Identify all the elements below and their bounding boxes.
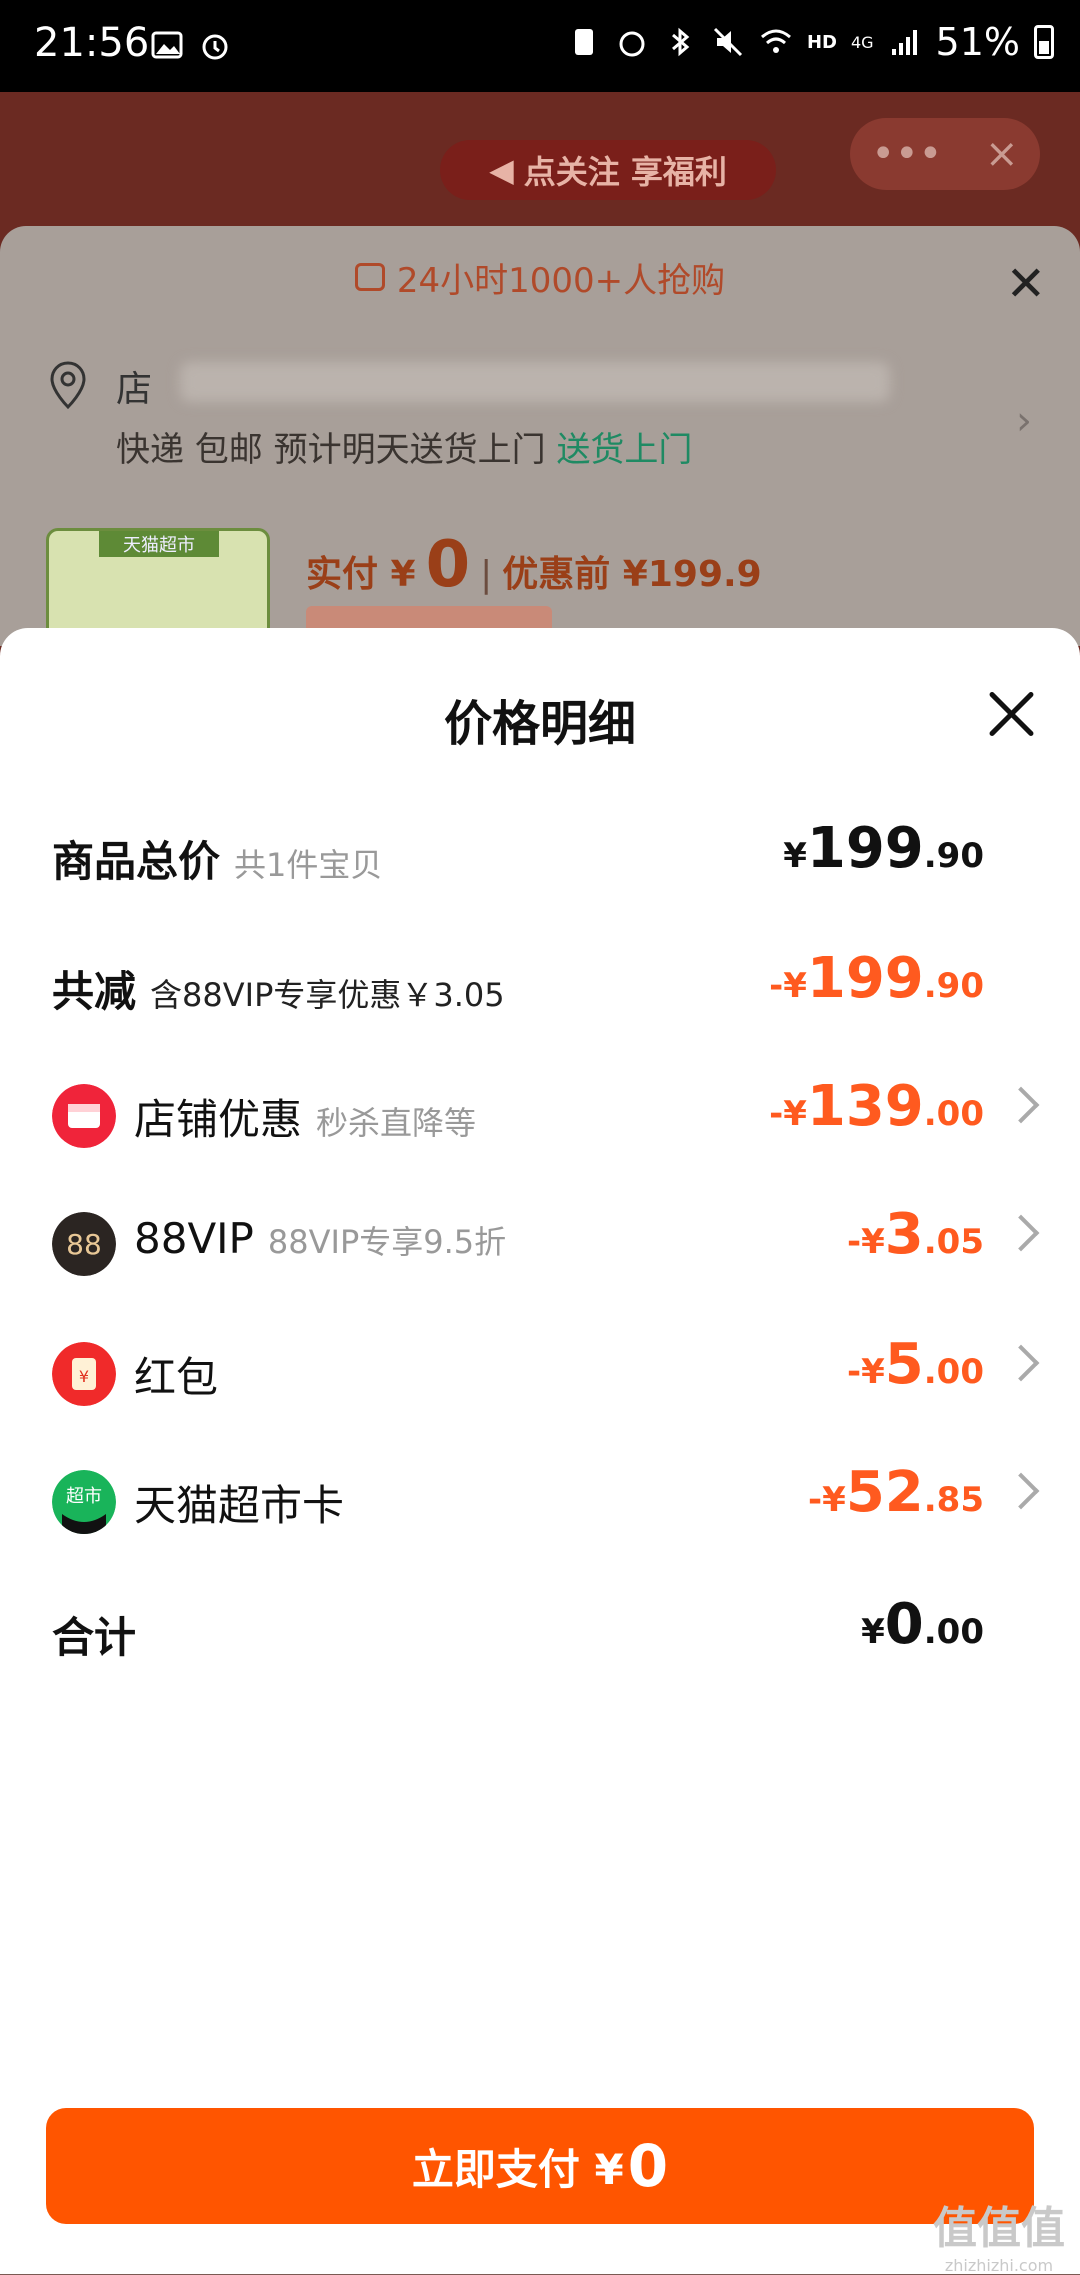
row-sum: 合计 ¥0.00 bbox=[52, 1592, 984, 1662]
signal-icon bbox=[891, 30, 917, 55]
chevron-right-icon[interactable] bbox=[1002, 1214, 1040, 1252]
battery-icon bbox=[1034, 25, 1054, 59]
bluetooth-icon bbox=[671, 27, 690, 57]
more-close-pill[interactable]: ••• × bbox=[850, 118, 1040, 190]
row-supermarket-card[interactable]: 超市 天猫超市卡 -¥52.85 bbox=[0, 1452, 1080, 1542]
close-icon[interactable] bbox=[984, 688, 1038, 742]
row-shop-discount[interactable]: 店铺优惠 秒杀直降等 -¥139.00 bbox=[0, 1066, 1080, 1156]
amount: ¥199.90 bbox=[783, 816, 984, 881]
amount: -¥199.90 bbox=[769, 946, 984, 1011]
chevron-right-icon[interactable] bbox=[1002, 1086, 1040, 1124]
watermark: 值值值 zhizhizhi.com bbox=[933, 2203, 1065, 2275]
row-total-goods: 商品总价 共1件宝贝 ¥199.90 bbox=[52, 816, 984, 886]
shop-icon bbox=[52, 1084, 116, 1148]
gallery-icon bbox=[151, 31, 183, 59]
alarm-icon bbox=[619, 31, 645, 57]
location-pin-icon bbox=[50, 361, 86, 410]
wifi-icon bbox=[760, 29, 791, 53]
chevron-right-icon[interactable]: › bbox=[1016, 398, 1032, 444]
price-detail-sheet: 价格明细 商品总价 共1件宝贝 ¥199.90 共减 含88VIP专享优惠￥3.05… bbox=[0, 628, 1080, 2274]
battery-percent: 51% bbox=[935, 20, 1020, 64]
svg-text:¥: ¥ bbox=[79, 1367, 89, 1386]
amount: -¥3.05 bbox=[847, 1202, 984, 1267]
svg-text:超市: 超市 bbox=[66, 1486, 102, 1507]
hd-label: HD bbox=[806, 31, 837, 53]
address-blurred bbox=[180, 362, 890, 402]
alarm-icon bbox=[202, 34, 228, 60]
delivery-link[interactable]: 送货上门 bbox=[556, 430, 692, 470]
pay-now-button[interactable]: 立即支付 ¥ 0 bbox=[46, 2108, 1034, 2224]
network-label: 4G bbox=[850, 32, 874, 52]
hot-banner: 24小时1000+人抢购 bbox=[0, 226, 1080, 328]
order-sheet: 24小时1000+人抢购 ✕ 店 快递 包邮 预计明天送货上门 送货上门 › 天… bbox=[0, 226, 1080, 658]
chevron-right-icon[interactable] bbox=[1002, 1472, 1040, 1510]
status-time: 21:56 bbox=[34, 20, 150, 66]
delivery-info: 快递 包邮 预计明天送货上门 送货上门 bbox=[116, 430, 693, 470]
supermarket-card-icon: 超市 bbox=[52, 1470, 116, 1534]
amount: ¥0.00 bbox=[861, 1592, 984, 1657]
bag-icon bbox=[354, 263, 385, 291]
amount: -¥52.85 bbox=[808, 1460, 984, 1525]
amount: -¥139.00 bbox=[769, 1074, 984, 1139]
battery-saver-icon bbox=[574, 29, 593, 55]
row-88vip[interactable]: 88 88VIP 88VIP专享9.5折 -¥3.05 bbox=[0, 1194, 1080, 1284]
red-packet-icon: ¥ bbox=[52, 1342, 116, 1406]
actual-pay: 实付 ¥ 0 | 优惠前 ¥199.9 bbox=[306, 528, 762, 602]
vip88-icon: 88 bbox=[52, 1212, 116, 1276]
chevron-right-icon[interactable] bbox=[1002, 1344, 1040, 1382]
status-bar: 21:56 HD 4G 51% bbox=[0, 0, 1080, 92]
more-icon[interactable]: ••• bbox=[871, 131, 942, 177]
close-icon[interactable]: ✕ bbox=[1006, 256, 1046, 312]
address-text: 店 bbox=[116, 369, 153, 410]
sheet-title: 价格明细 bbox=[443, 696, 636, 752]
row-red-packet[interactable]: ¥ 红包 -¥5.00 bbox=[0, 1324, 1080, 1414]
amount: -¥5.00 bbox=[847, 1332, 984, 1397]
play-left-icon: ◀ bbox=[489, 151, 514, 189]
mute-icon bbox=[713, 27, 742, 57]
close-icon[interactable]: × bbox=[985, 131, 1019, 177]
follow-banner[interactable]: ◀ 点关注 享福利 bbox=[440, 140, 776, 200]
svg-text:88: 88 bbox=[66, 1228, 102, 1261]
row-total-discount: 共减 含88VIP专享优惠￥3.05 -¥199.90 bbox=[52, 946, 984, 1016]
